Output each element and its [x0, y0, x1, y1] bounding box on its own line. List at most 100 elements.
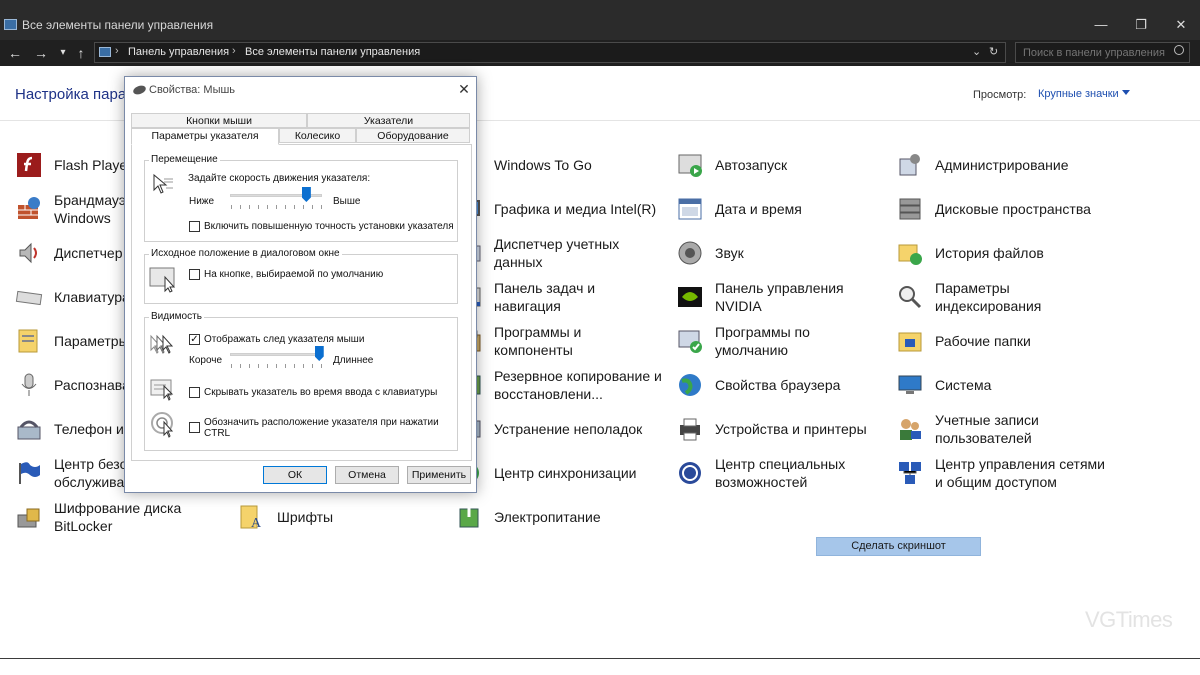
- item-label: Центр синхронизации: [494, 465, 637, 481]
- control-panel-item[interactable]: Резервное копирование и восстановлени...: [455, 365, 662, 405]
- forward-button[interactable]: →: [32, 43, 50, 63]
- control-panel-item[interactable]: Учетные записи пользователей: [896, 409, 1039, 449]
- item-label: Панель управления NVIDIA: [715, 280, 844, 314]
- trails-slider-ticks: [231, 364, 323, 368]
- trails-slider-thumb[interactable]: [314, 346, 324, 361]
- pointer-speed-icon: [153, 173, 173, 194]
- address-field[interactable]: › Панель управления › Все элементы панел…: [94, 42, 1006, 63]
- item-label: Устранение неполадок: [494, 421, 643, 437]
- tab-hardware[interactable]: Оборудование: [356, 128, 470, 143]
- view-label: Просмотр:: [973, 89, 1027, 101]
- control-panel-item[interactable]: Диспетчер учетных данных: [455, 233, 619, 273]
- trails-short-label: Короче: [189, 355, 223, 366]
- control-panel-item[interactable]: Дисковые пространства: [896, 189, 1091, 229]
- dialog-close-button[interactable]: ✕: [455, 79, 473, 99]
- locate-pointer-checkbox[interactable]: [189, 422, 200, 433]
- chevron-down-icon[interactable]: [1122, 90, 1130, 95]
- item-label: Центр безо обслужива: [54, 456, 128, 490]
- trails-slider-track[interactable]: [230, 353, 322, 356]
- printer-icon: [676, 415, 704, 443]
- control-panel-item[interactable]: Программы по умолчанию: [676, 321, 810, 361]
- speed-slider-thumb[interactable]: [301, 187, 311, 202]
- users-icon: [896, 415, 924, 443]
- minimize-button[interactable]: —: [1086, 14, 1116, 36]
- refresh-button[interactable]: ↻: [989, 45, 998, 58]
- recent-locations-button[interactable]: ▾: [54, 43, 72, 63]
- nvidia-icon: [676, 283, 704, 311]
- trails-checkbox[interactable]: ✓: [189, 334, 200, 345]
- folder-options-icon: [15, 327, 43, 355]
- hide-pointer-checkbox[interactable]: [189, 387, 200, 398]
- control-panel-item[interactable]: Параметры: [15, 321, 129, 361]
- control-panel-item[interactable]: Центр управления сетями и общим доступом: [896, 453, 1105, 493]
- item-label: Центр управления сетями и общим доступом: [935, 456, 1105, 490]
- hide-pointer-icon: [150, 379, 174, 401]
- control-panel-item[interactable]: Звук: [676, 233, 744, 273]
- ok-button[interactable]: ОК: [263, 466, 327, 484]
- control-panel-item[interactable]: Устройства и принтеры: [676, 409, 867, 449]
- snap-to-icon: [149, 267, 176, 293]
- up-button[interactable]: ↑: [72, 43, 90, 63]
- admin-tools-icon: [896, 151, 924, 179]
- tab-mouse-buttons[interactable]: Кнопки мыши: [131, 113, 307, 128]
- control-panel-item[interactable]: Шифрование диска BitLocker: [15, 497, 181, 537]
- item-label: Дата и время: [715, 201, 802, 217]
- control-panel-item[interactable]: Брандмауэ Windows: [15, 189, 126, 229]
- flag-icon: [15, 459, 43, 487]
- item-label: Система: [935, 377, 992, 393]
- precision-label: Включить повышенную точность установки у…: [204, 221, 454, 232]
- search-icon[interactable]: [1174, 45, 1184, 55]
- control-panel-item[interactable]: Электропитание: [455, 497, 601, 537]
- tab-pointer-options[interactable]: Параметры указателя: [131, 128, 279, 145]
- screenshot-button[interactable]: Сделать скриншот: [816, 537, 981, 556]
- control-panel-item[interactable]: Flash Player: [15, 145, 132, 185]
- breadcrumb-control-panel[interactable]: Панель управления: [128, 46, 229, 58]
- control-panel-item[interactable]: Клавиатура: [15, 277, 130, 317]
- control-panel-item[interactable]: Дата и время: [676, 189, 802, 229]
- item-label: Диспетчер учетных данных: [494, 236, 620, 270]
- back-button[interactable]: ←: [6, 43, 24, 63]
- control-panel-item[interactable]: Устранение неполадок: [455, 409, 642, 449]
- snap-checkbox[interactable]: [189, 269, 200, 280]
- maximize-button[interactable]: ❐: [1126, 14, 1156, 36]
- control-panel-item[interactable]: Графика и медиа Intel(R): [455, 189, 656, 229]
- control-panel-item[interactable]: Администрирование: [896, 145, 1069, 185]
- phone-icon: [15, 415, 43, 443]
- search-input[interactable]: [1015, 42, 1190, 63]
- control-panel-item[interactable]: Параметры индексирования: [896, 277, 1041, 317]
- control-panel-item[interactable]: Система: [896, 365, 991, 405]
- tab-wheel[interactable]: Колесико: [279, 128, 356, 143]
- microphone-icon: [15, 371, 43, 399]
- speed-prompt: Задайте скорость движения указателя:: [188, 173, 371, 184]
- control-panel-item[interactable]: Центр синхронизации: [455, 453, 637, 493]
- control-panel-item[interactable]: История файлов: [896, 233, 1044, 273]
- control-panel-item[interactable]: Распознава: [15, 365, 130, 405]
- speed-low-label: Ниже: [189, 196, 215, 207]
- watermark: VGTimes: [1085, 607, 1173, 632]
- control-panel-item[interactable]: Рабочие папки: [896, 321, 1031, 361]
- snap-label: На кнопке, выбираемой по умолчанию: [204, 269, 384, 280]
- control-panel-item[interactable]: A Шрифты: [238, 497, 333, 537]
- trails-label: Отображать след указателя мыши: [204, 334, 365, 345]
- control-panel-item[interactable]: Свойства браузера: [676, 365, 840, 405]
- control-panel-item[interactable]: Автозапуск: [676, 145, 787, 185]
- precision-checkbox[interactable]: [189, 221, 200, 232]
- motion-group-title: Перемещение: [149, 154, 220, 165]
- apply-button[interactable]: Применить: [407, 466, 471, 484]
- tab-pointers[interactable]: Указатели: [307, 113, 470, 128]
- close-button[interactable]: ✕: [1166, 14, 1196, 36]
- view-mode-dropdown[interactable]: Крупные значки: [1038, 88, 1119, 100]
- control-panel-item[interactable]: Телефон и: [15, 409, 124, 449]
- item-label: Шрифты: [277, 509, 334, 525]
- tab-panel: Перемещение Задайте скорость движения ук…: [131, 144, 472, 461]
- address-dropdown-button[interactable]: ⌄: [972, 45, 981, 58]
- control-panel-item[interactable]: Панель управления NVIDIA: [676, 277, 844, 317]
- control-panel-item[interactable]: Диспетчер: [15, 233, 122, 273]
- cancel-button[interactable]: Отмена: [335, 466, 399, 484]
- breadcrumb-all-items[interactable]: Все элементы панели управления: [245, 46, 420, 58]
- fonts-icon: A: [238, 503, 266, 531]
- chevron-right-icon: ›: [232, 45, 236, 57]
- firewall-icon: [15, 195, 43, 223]
- control-panel-item[interactable]: Центр специальных возможностей: [676, 453, 845, 493]
- control-panel-item[interactable]: Центр безо обслужива: [15, 453, 127, 493]
